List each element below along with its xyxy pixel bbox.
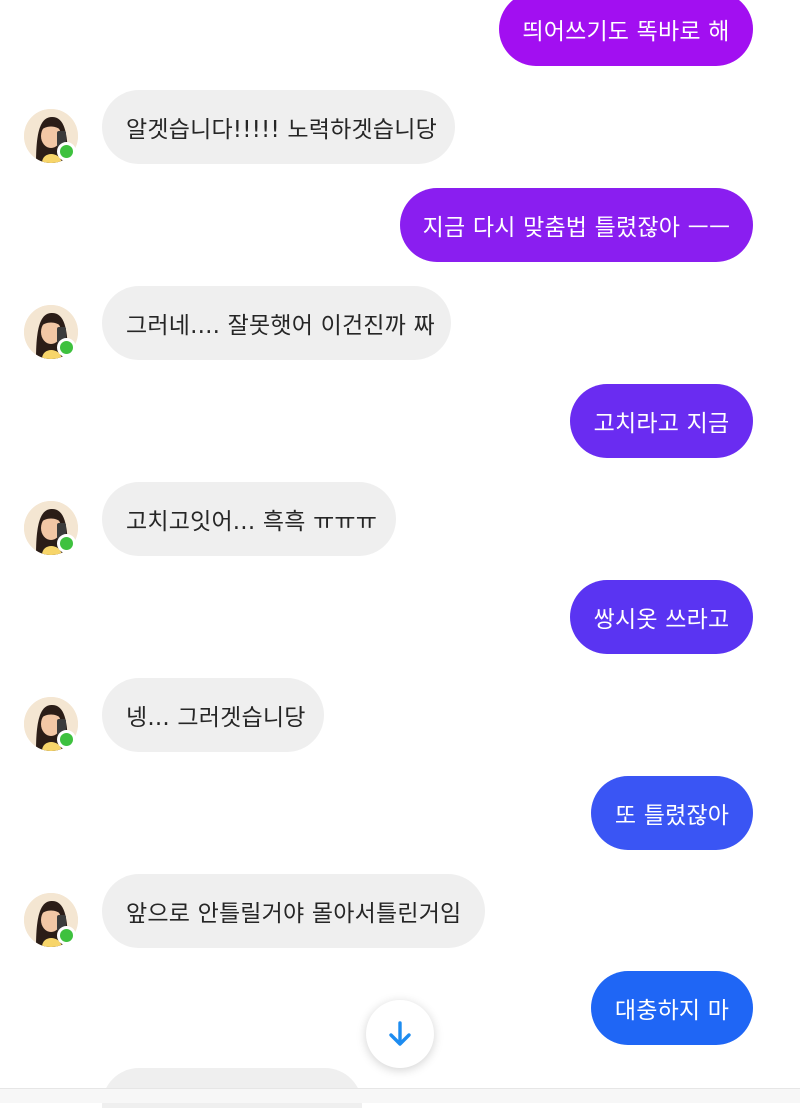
sent-message-bubble[interactable]: 대충하지 마 <box>591 971 753 1045</box>
sent-message-bubble[interactable]: 쌍시옷 쓰라고 <box>570 580 753 654</box>
contact-avatar[interactable] <box>24 109 78 163</box>
composer-bar[interactable] <box>0 1088 800 1103</box>
message-text: 고치라고 지금 <box>593 411 730 437</box>
received-message-bubble[interactable]: 넹... 그러겟습니당 <box>102 678 324 752</box>
arrow-down-icon <box>389 1021 411 1046</box>
online-dot-icon <box>57 142 76 161</box>
message-text: 앞으로 안틀릴거야 몰아서틀린거임 <box>126 901 462 927</box>
message-text: 또 틀렸잖아 <box>614 803 730 829</box>
contact-avatar[interactable] <box>24 697 78 751</box>
sent-message-bubble[interactable]: 또 틀렸잖아 <box>591 776 753 850</box>
contact-avatar[interactable] <box>24 305 78 359</box>
chat-thread: 띄어쓰기도 똑바로 해 알겟습니다!!!!! 노력하겟습니당 지금 다시 맞춤법… <box>0 0 800 1108</box>
scroll-to-bottom-button[interactable] <box>366 1000 434 1068</box>
sent-message-bubble[interactable]: 고치라고 지금 <box>570 384 753 458</box>
online-dot-icon <box>57 730 76 749</box>
received-message-bubble[interactable]: 알겟습니다!!!!! 노력하겟습니당 <box>102 90 455 164</box>
online-dot-icon <box>57 534 76 553</box>
message-text: 넹... 그러겟습니당 <box>126 705 306 731</box>
contact-avatar[interactable] <box>24 893 78 947</box>
contact-avatar[interactable] <box>24 501 78 555</box>
message-text: 지금 다시 맞춤법 틀렸잖아 ㅡㅡ <box>422 215 731 241</box>
sent-message-bubble[interactable]: 띄어쓰기도 똑바로 해 <box>499 0 753 66</box>
message-text: 대충하지 마 <box>614 998 730 1024</box>
sent-message-bubble[interactable]: 지금 다시 맞춤법 틀렸잖아 ㅡㅡ <box>400 188 753 262</box>
message-text: 그러네.... 잘못햇어 이건진까 짜 <box>126 313 435 339</box>
online-dot-icon <box>57 926 76 945</box>
message-text: 쌍시옷 쓰라고 <box>593 607 730 633</box>
received-message-bubble[interactable]: 앞으로 안틀릴거야 몰아서틀린거임 <box>102 874 485 948</box>
received-message-bubble[interactable]: 고치고잇어... 흑흑 ㅠㅠㅠ <box>102 482 396 556</box>
message-text: 고치고잇어... 흑흑 ㅠㅠㅠ <box>126 509 378 535</box>
message-text: 띄어쓰기도 똑바로 해 <box>522 19 730 45</box>
message-text: 알겟습니다!!!!! 노력하겟습니당 <box>126 117 437 143</box>
online-dot-icon <box>57 338 76 357</box>
received-message-bubble[interactable]: 그러네.... 잘못햇어 이건진까 짜 <box>102 286 451 360</box>
